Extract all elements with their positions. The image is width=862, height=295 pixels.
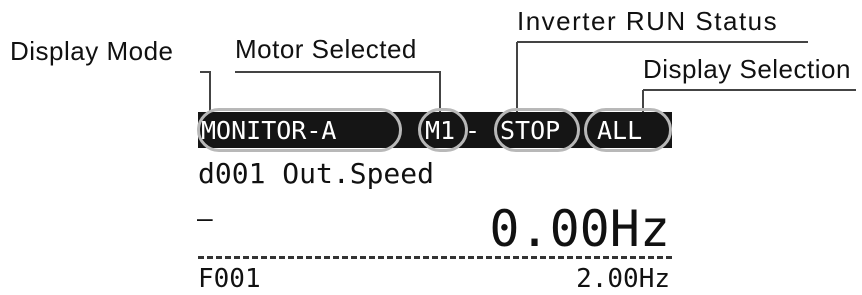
display-selection-ring [584, 108, 672, 152]
display-mode-leader [200, 71, 211, 112]
main-value: 0.00Hz [489, 200, 670, 258]
divider-line [198, 256, 672, 259]
run-status-ring [494, 108, 580, 152]
motor-selected-leader [235, 71, 441, 112]
motor-selected-ring [418, 108, 468, 152]
sign-indicator: – [197, 204, 213, 234]
sub-value: 2.00Hz [576, 264, 670, 294]
sub-parameter: F001 [198, 264, 261, 294]
parameter-line: d001 Out.Speed [198, 157, 435, 190]
display-mode-ring [197, 108, 402, 152]
